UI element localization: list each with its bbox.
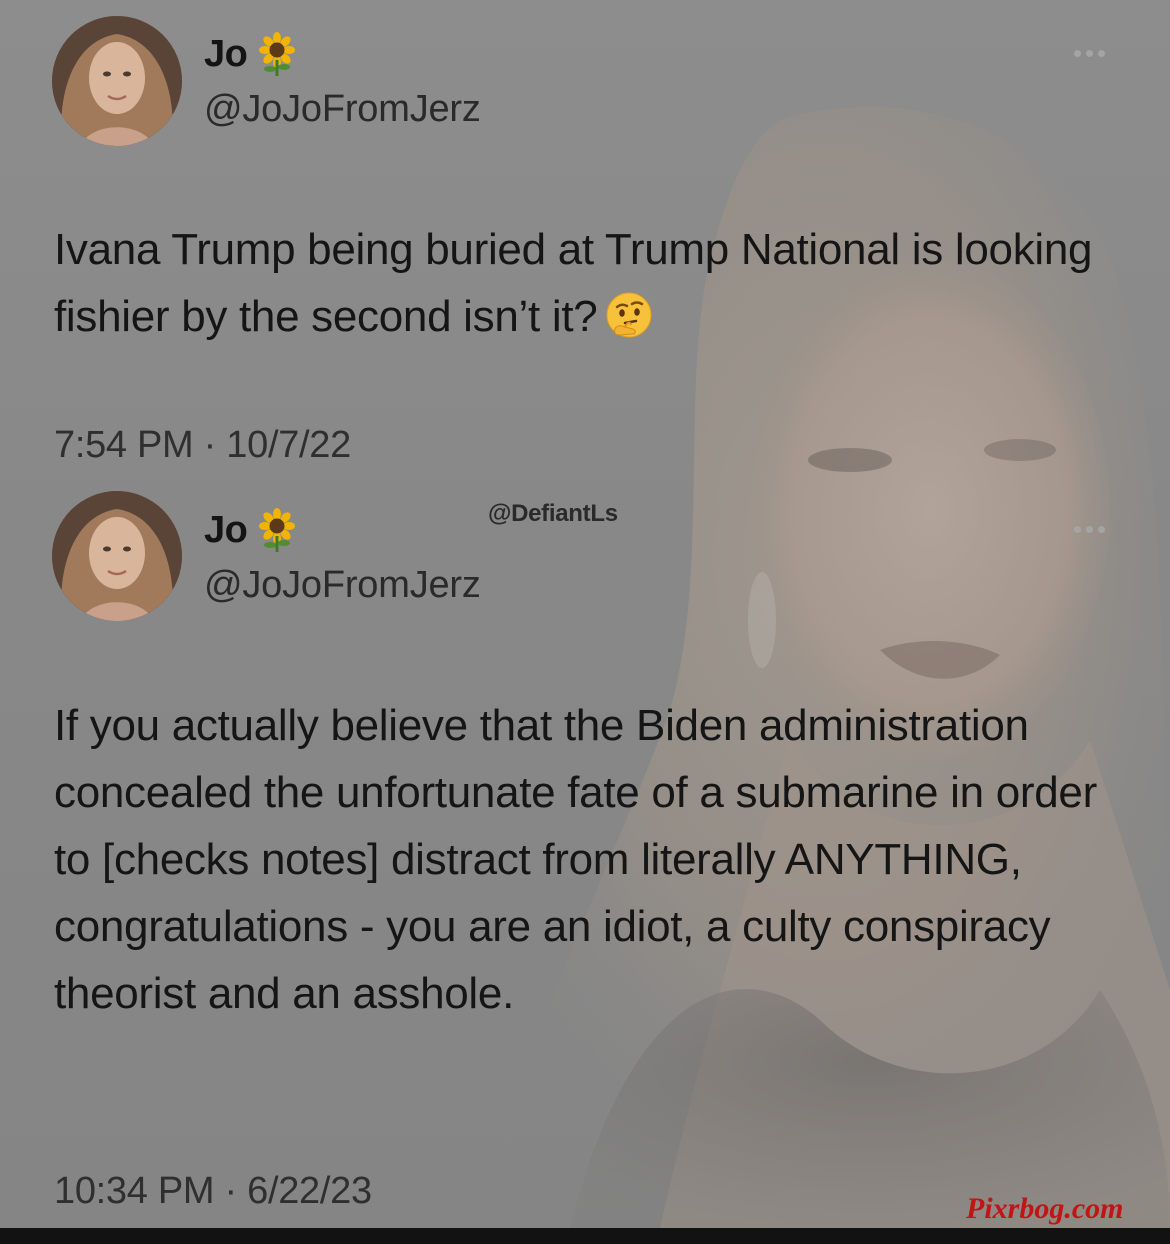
author-name[interactable]: Jo [204, 33, 248, 76]
more-options-icon[interactable] [1074, 50, 1105, 57]
thinking-face-icon [603, 289, 655, 341]
avatar[interactable] [52, 491, 182, 621]
dot [1098, 50, 1105, 57]
bottom-bar [0, 1228, 1170, 1244]
author-handle[interactable]: @JoJoFromJerz [204, 88, 481, 131]
tweet-text: Ivana Trump being buried at Trump Nation… [54, 216, 1114, 350]
author-name[interactable]: Jo [204, 509, 248, 552]
tweet-card: Jo [0, 0, 1170, 480]
sunflower-icon [255, 32, 299, 76]
dot [1074, 526, 1081, 533]
tweet-timestamp[interactable]: 10:34 PM · 6/22/23 [54, 1170, 372, 1213]
tweet-timestamp[interactable]: 7:54 PM · 10/7/22 [54, 424, 351, 467]
dot [1086, 526, 1093, 533]
pixrbog-watermark: Pixrbog.com [966, 1192, 1124, 1225]
avatar[interactable] [52, 16, 182, 146]
tweet-card: Jo [0, 480, 1170, 1228]
dot [1086, 50, 1093, 57]
tweet-text: If you actually believe that the Biden a… [54, 701, 1097, 1018]
tweet-text-content: Ivana Trump being buried at Trump Nation… [54, 225, 1093, 341]
screenshot-canvas: Jo @JoJoFromJerz Ivana Trump being burie… [0, 0, 1170, 1228]
sunflower-icon [255, 508, 299, 552]
author-handle[interactable]: @JoJoFromJerz [204, 564, 481, 607]
more-options-icon[interactable] [1074, 526, 1105, 533]
dot [1098, 526, 1105, 533]
dot [1074, 50, 1081, 57]
author-name-row: Jo [204, 508, 299, 552]
defiant-watermark: @DefiantLs [488, 500, 618, 527]
author-name-row: Jo [204, 32, 299, 76]
